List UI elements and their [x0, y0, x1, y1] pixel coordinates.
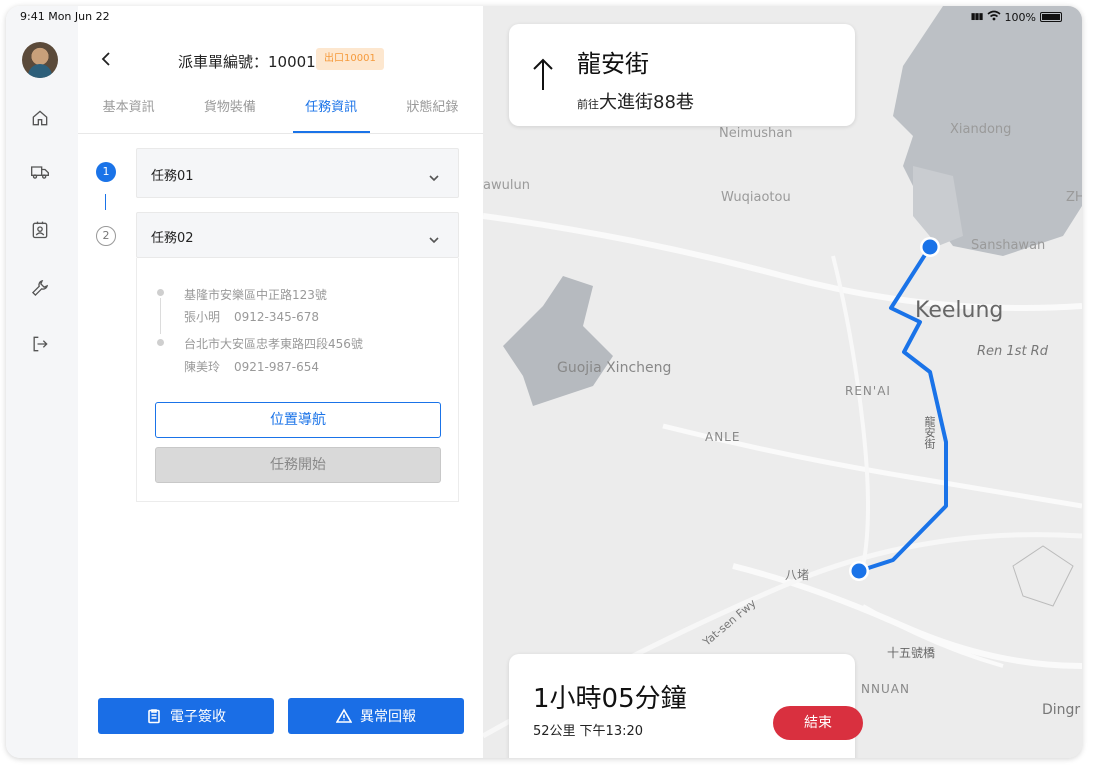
pickup-name: 張小明 [184, 310, 221, 324]
chevron-down-icon [428, 231, 440, 244]
start-task-button[interactable]: 任務開始 [155, 447, 441, 483]
eta-card: 1小時05分鐘 52公里 下午13:20 結束 [509, 654, 863, 758]
status-time: 9:41 Mon Jun 22 [20, 10, 110, 23]
logout-icon [33, 336, 48, 352]
task-panel: 派車單編號：10001 出口10001 基本資訊 貨物裝備 任務資訊 狀態紀錄 … [78, 6, 483, 758]
map-label-neimushan: Neimushan [719, 126, 793, 141]
report-issue-button[interactable]: 異常回報 [288, 698, 464, 734]
map-label-longan-st: 龍安街 [923, 416, 936, 449]
map-label-keelung: Keelung [915, 298, 1004, 323]
chevron-left-icon [101, 52, 110, 66]
dropoff-name: 陳美玲 [184, 360, 221, 374]
current-street: 龍安街 [577, 50, 649, 78]
map-label-shiwu-bridge: 十五號橋 [887, 646, 936, 660]
tab-basic-info[interactable]: 基本資訊 [78, 94, 179, 133]
tab-bar: 基本資訊 貨物裝備 任務資訊 狀態紀錄 [78, 94, 483, 134]
tab-cargo-equipment[interactable]: 貨物裝備 [179, 94, 280, 133]
dropoff-address: 台北市大安區忠孝東路四段456號 [184, 337, 363, 351]
destination-line: 前往大進街88巷 [577, 88, 694, 114]
task-label: 任務02 [151, 231, 194, 246]
sidebar-item-vehicle[interactable] [28, 160, 52, 184]
navigate-button[interactable]: 位置導航 [155, 402, 441, 438]
sidebar-item-profile[interactable] [28, 218, 52, 242]
task-detail: 基隆市安樂區中正路123號 張小明 0912-345-678 台北市大安區忠孝東路… [136, 258, 459, 502]
eta-arrival: 下午13:20 [579, 724, 644, 739]
e-sign-button[interactable]: 電子簽收 [98, 698, 274, 734]
chevron-down-icon [428, 169, 440, 182]
end-navigation-button[interactable]: 結束 [773, 706, 863, 740]
signal-icon: ▮▮▮ [970, 12, 984, 22]
step-number-2: 2 [96, 226, 116, 246]
map-label-sanshawan: Sanshawan [971, 238, 1046, 253]
destination-street: 大進街88巷 [599, 92, 694, 113]
map-label-awulun: awulun [483, 178, 530, 193]
wifi-icon [987, 10, 1001, 24]
wrench-icon [31, 279, 49, 297]
step-number-1: 1 [96, 162, 116, 182]
pickup-phone[interactable]: 0912-345-678 [234, 310, 319, 324]
turn-instruction-card: 龍安街 前往大進街88巷 [509, 24, 855, 126]
task-card-01[interactable]: 任務01 [136, 148, 459, 198]
map-label-anle: ANLE [705, 430, 741, 444]
pickup-contact: 張小明 0912-345-678 [184, 308, 319, 325]
pickup-address: 基隆市安樂區中正路123號 [184, 288, 327, 302]
tab-status-log[interactable]: 狀態紀錄 [382, 94, 483, 133]
truck-icon [31, 166, 49, 179]
map-label-wuqiaotou: Wuqiaotou [721, 190, 791, 205]
report-issue-label: 異常回報 [360, 709, 416, 725]
eta-duration: 1小時05分鐘 [533, 684, 687, 714]
clipboard-icon [148, 709, 160, 724]
stop-dot [157, 289, 164, 296]
eta-distance: 52公里 [533, 724, 576, 739]
up-arrow-icon [531, 56, 555, 92]
id-badge-icon [32, 221, 48, 239]
task-card-02[interactable]: 任務02 [136, 212, 459, 258]
map-label-zh: ZH [1066, 190, 1082, 205]
stop-dot [157, 339, 164, 346]
stop-connector [160, 298, 161, 334]
map-label-guojia-xincheng: Guojia Xincheng [557, 360, 672, 376]
sidebar-item-logout[interactable] [28, 332, 52, 356]
sidebar-item-settings[interactable] [28, 276, 52, 300]
status-bar: 9:41 Mon Jun 22 ▮▮▮ 100% [6, 6, 1082, 28]
tab-task-info[interactable]: 任務資訊 [281, 94, 382, 133]
avatar[interactable] [22, 42, 58, 78]
dropoff-phone[interactable]: 0921-987-654 [234, 360, 319, 374]
map-label-ren-1st-rd: Ren 1st Rd [977, 344, 1048, 359]
battery-icon [1040, 12, 1062, 22]
map-label-badu: 八堵 [785, 568, 810, 582]
status-indicators: ▮▮▮ 100% [971, 10, 1062, 24]
tablet-screen: 9:41 Mon Jun 22 ▮▮▮ 100% 派車單編號：10001 出口1… [6, 6, 1082, 758]
map-label-xiandong: Xiandong [950, 122, 1012, 137]
task-label: 任務01 [151, 169, 194, 184]
map-label-dingr: Dingr [1042, 702, 1081, 718]
panel-header: 派車單編號：10001 出口10001 [78, 42, 483, 78]
eta-meta: 52公里 下午13:20 [533, 720, 643, 739]
sidebar [6, 6, 78, 758]
battery-percent: 100% [1004, 10, 1036, 24]
sidebar-item-home[interactable] [28, 106, 52, 130]
back-button[interactable] [98, 50, 118, 70]
map-view[interactable]: Neimushan Xiandong awulun Wuqiaotou ZH S… [483, 6, 1082, 758]
e-sign-label: 電子簽收 [170, 709, 226, 725]
map-label-nuan: NNUAN [861, 682, 910, 696]
page-title: 派車單編號：10001 [178, 53, 316, 71]
warning-icon [336, 708, 352, 723]
dropoff-contact: 陳美玲 0921-987-654 [184, 358, 319, 375]
map-label-ren-ai: REN'AI [845, 384, 891, 398]
home-icon [32, 110, 48, 126]
status-badge: 出口10001 [316, 48, 384, 70]
destination-prefix: 前往 [577, 98, 599, 111]
step-connector [105, 194, 106, 210]
